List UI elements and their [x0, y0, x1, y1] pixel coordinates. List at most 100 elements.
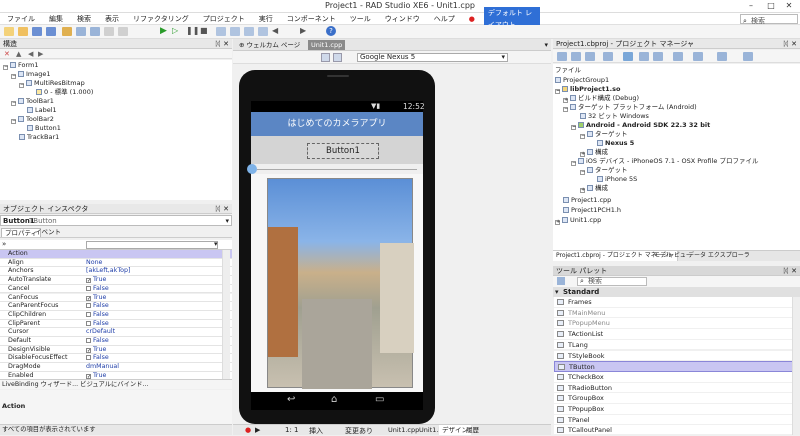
tree-node-multiresbitmap[interactable]: − MultiResBitmap	[19, 79, 85, 88]
tree-node-project1-cpp[interactable]: Project1.cpp	[563, 196, 611, 204]
search-input[interactable]: ⌕ 検索	[740, 14, 798, 25]
menu-project[interactable]: プロジェクト	[196, 13, 252, 25]
tree-node-label1[interactable]: Label1	[27, 106, 57, 114]
menu-refactor[interactable]: リファクタリング	[126, 13, 196, 25]
toggle-form-icon[interactable]	[104, 27, 114, 36]
tree-node-ios-target[interactable]: − ターゲット	[580, 166, 628, 175]
tree-node-unit1-cpp[interactable]: + Unit1.cpp	[555, 216, 601, 225]
remove-file-icon[interactable]	[90, 27, 100, 36]
save-icon[interactable]	[32, 27, 42, 36]
tab-history[interactable]: 履歴	[463, 425, 482, 435]
back-icon[interactable]: ↩	[287, 394, 295, 405]
palette-item[interactable]: TPopupMenu	[554, 318, 800, 330]
palette-item[interactable]: TGroupBox	[554, 393, 800, 404]
tree-node-android[interactable]: − Android - Android SDK 22.3 32 bit	[571, 121, 710, 130]
tree-node-build-config[interactable]: + ビルド構成 (Debug)	[563, 94, 639, 103]
add-file-icon[interactable]	[76, 27, 86, 36]
property-search-box[interactable]	[86, 241, 218, 249]
home-icon[interactable]: ⌂	[331, 394, 337, 405]
forward-icon[interactable]: ▶	[300, 26, 306, 35]
property-row[interactable]: Anchors [akLeft,akTop]	[0, 267, 232, 277]
property-row[interactable]: CanFocus ✓ True	[0, 293, 232, 303]
play-icon[interactable]: ▶	[255, 426, 260, 434]
open-project-icon[interactable]	[62, 27, 72, 36]
remove-icon[interactable]	[585, 52, 595, 61]
expand-all-icon[interactable]	[639, 52, 649, 61]
image1[interactable]	[267, 178, 414, 389]
right-arrow-icon[interactable]: ▶	[38, 50, 43, 58]
tree-node-image1[interactable]: − Image1	[11, 70, 51, 79]
step-over-icon[interactable]	[216, 27, 226, 36]
chevron-down-icon[interactable]: ▾	[544, 41, 548, 49]
tree-node-ios-config[interactable]: + 構成	[580, 184, 608, 193]
options-icon[interactable]	[603, 52, 613, 61]
palette-search-input[interactable]: ⌕ 検索	[577, 277, 647, 286]
palette-item[interactable]: TStyleBook	[554, 350, 800, 362]
tree-node-trackbar1[interactable]: TrackBar1	[19, 133, 59, 141]
tab-unit1-cpp[interactable]: Unit1.cpp	[308, 40, 346, 50]
property-row[interactable]: ClipParent False	[0, 319, 232, 329]
deploy-icon[interactable]	[693, 52, 703, 61]
pin-icon[interactable]: ᛞ	[216, 204, 220, 214]
tree-node-libproject[interactable]: − libProject1.so	[555, 85, 620, 94]
close-button[interactable]: ✕	[778, 0, 800, 12]
palette-scrollbar[interactable]	[792, 297, 800, 435]
save-all-icon[interactable]	[46, 27, 56, 36]
palette-item[interactable]: TPopupBox	[554, 404, 800, 415]
menu-file[interactable]: ファイル	[0, 13, 42, 25]
property-row[interactable]: Action	[0, 250, 232, 259]
tree-node-projectgroup[interactable]: ProjectGroup1	[555, 76, 609, 84]
pin-icon[interactable]: ᛞ	[784, 39, 788, 49]
property-row[interactable]: DragMode dmManual	[0, 363, 232, 372]
tree-node-config[interactable]: + 構成	[580, 148, 608, 157]
tree-node-nexus5[interactable]: Nexus 5	[597, 139, 634, 147]
pin-icon[interactable]: ᛞ	[216, 39, 220, 49]
palette-item[interactable]: TCheckBox	[554, 371, 800, 383]
tab-data-explorer[interactable]: データ エクスプローラ	[685, 251, 753, 261]
property-row[interactable]: DesignVisible ✓ True	[0, 345, 232, 355]
menu-tools[interactable]: ツール	[343, 13, 378, 25]
property-row[interactable]: Cancel False	[0, 284, 232, 294]
property-filter[interactable]: » ▾	[0, 240, 232, 250]
recent-apps-icon[interactable]: ▭	[375, 394, 384, 405]
panel-close-icon[interactable]: ✕	[791, 39, 797, 49]
property-row[interactable]: CanParentFocus False	[0, 302, 232, 311]
palette-item[interactable]: TMainMenu	[554, 307, 800, 319]
rotate-icon[interactable]	[333, 53, 342, 62]
activate-icon[interactable]	[557, 52, 567, 61]
button1[interactable]: Button1	[307, 143, 379, 159]
palette-item[interactable]: Frames	[554, 297, 800, 308]
palette-item[interactable]: TCalloutPanel	[554, 425, 800, 435]
menu-help[interactable]: ヘルプ	[427, 13, 462, 25]
filter-icon[interactable]	[743, 52, 753, 61]
palette-item[interactable]: TPanel	[554, 414, 800, 426]
palette-category-standard[interactable]: ▾ Standard	[553, 287, 800, 297]
pause-icon[interactable]: ❚❚	[186, 26, 199, 35]
menu-component[interactable]: コンポーネント	[280, 13, 343, 25]
up-arrow-icon[interactable]: ▲	[16, 50, 21, 58]
back-icon[interactable]: ◀	[272, 26, 278, 35]
tree-node-ios[interactable]: − iOS デバイス - iPhoneOS 7.1 - OSX Profile プ…	[571, 157, 759, 166]
menu-search[interactable]: 検索	[70, 13, 98, 25]
build-icon[interactable]	[673, 52, 683, 61]
menu-view[interactable]: 表示	[98, 13, 126, 25]
property-row[interactable]: ClipChildren False	[0, 310, 232, 320]
palette-item[interactable]: TLang	[554, 339, 800, 351]
tree-node-target[interactable]: − ターゲット	[580, 130, 628, 139]
tree-node-toolbar2[interactable]: − ToolBar2	[11, 115, 54, 124]
trackbar-thumb[interactable]	[247, 164, 257, 174]
return-icon[interactable]	[258, 27, 268, 36]
new-icon[interactable]	[4, 27, 14, 36]
sync-icon[interactable]	[623, 52, 633, 61]
tree-node-iphone5s[interactable]: iPhone 5S	[597, 175, 637, 183]
left-arrow-icon[interactable]: ◀	[28, 50, 33, 58]
property-row[interactable]: AutoTranslate ✓ True	[0, 276, 232, 285]
tree-node-form1[interactable]: − Form1	[3, 61, 39, 70]
tree-node-button1[interactable]: Button1	[27, 124, 61, 132]
property-row[interactable]: Cursor crDefault	[0, 328, 232, 337]
panel-close-icon[interactable]: ✕	[223, 39, 229, 49]
property-row[interactable]: DisableFocusEffect False	[0, 354, 232, 364]
layout-icon[interactable]	[321, 53, 330, 62]
menu-window[interactable]: ウィンドウ	[378, 13, 427, 25]
tree-node-target-platform[interactable]: − ターゲット プラットフォーム (Android)	[563, 103, 697, 112]
